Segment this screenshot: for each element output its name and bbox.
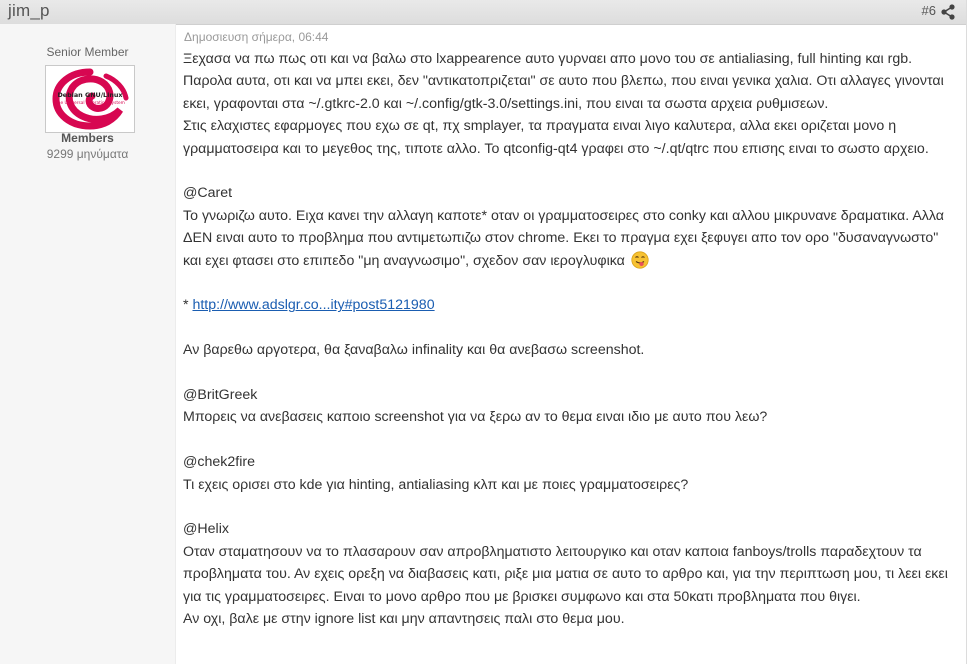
mention: @Caret [183, 185, 233, 202]
post-content: Δημοσιευση σήμερα, 06:44 Ξεχασα να πω πω… [183, 20, 953, 653]
user-group: Members [61, 131, 114, 145]
text-line: Μπορεις να ανεβασεις καποιο screenshot γ… [183, 409, 768, 426]
text-line-with-emoji: και εχει φτασει στο επιπεδο "μη αναγνωσι… [183, 250, 953, 272]
text-line: εκει, γραφονται στα ~/.gtkrc-2.0 και ~/.… [183, 95, 829, 112]
post-date: Δημοσιευση σήμερα, 06:44 [184, 30, 329, 44]
paragraph-footnote: * http://www.adslgr.co...ity#post5121980 [183, 294, 953, 316]
text-line: γραμματοσειρα και το μεγεθος της, τιποτε… [183, 140, 929, 157]
tongue-out-emoji-icon [631, 251, 649, 269]
footnote-link[interactable]: http://www.adslgr.co...ity#post5121980 [192, 297, 434, 313]
text-line: Τι εχεις ορισει στο kde για hinting, ant… [183, 476, 689, 493]
text-line: Στις ελαχιστες εφαρμογες που εχω σε qt, … [183, 118, 897, 135]
text-line: Ξεχασα να πω πως οτι και να βαλω στο lxa… [183, 51, 913, 67]
paragraph-intro: Ξεχασα να πω πως οτι και να βαλω στο lxa… [183, 48, 953, 160]
text-line: ΔΕΝ ειναι αυτο το προβλημα που αντιμετωπ… [183, 230, 939, 247]
paragraph-britgreek-reply: @BritGreek Μπορεις να ανεβασεις καποιο s… [183, 384, 953, 429]
mention: @chek2fire [183, 454, 255, 471]
author-sidebar: Senior Member Debian GNU/Linux The Unive… [0, 24, 176, 664]
paragraph-caret-reply: @Caret Το γνωριζω αυτο. Ειχα κανει την α… [183, 182, 953, 272]
text-line: Αν βαρεθω αργοτερα, θα ξαναβαλω infinali… [183, 342, 645, 359]
share-icon[interactable] [940, 4, 956, 20]
paragraph-helix-reply: @Helix Οταν σταματησουν να το πλασαρουν … [183, 518, 953, 630]
text-line: Το γνωριζω αυτο. Ειχα κανει την αλλαγη κ… [183, 207, 944, 224]
text-line: και εχει φτασει στο επιπεδο "μη αναγνωσι… [183, 252, 625, 269]
post-count: 9299 μηνύματα [46, 147, 129, 161]
mention: @Helix [183, 521, 229, 538]
avatar-subtitle: The Universal Operating System [54, 100, 125, 106]
debian-logo-icon: Debian GNU/Linux The Universal Operating… [48, 68, 132, 130]
text-line: προβληματα του. Αν εχεις ορεξη να διαβασ… [183, 566, 948, 583]
post-body: Ξεχασα να πω πως οτι και να βαλω στο lxa… [183, 48, 953, 630]
user-rank: Senior Member [46, 45, 129, 59]
paragraph-chek2fire-reply: @chek2fire Τι εχεις ορισει στο kde για h… [183, 451, 953, 496]
text-line: Παρολα αυτα, οτι και να μπει εκει, δεν "… [183, 73, 944, 90]
forum-post: jim_p #6 Senior Member Debian GNU/Linux … [0, 0, 967, 664]
username-link[interactable]: jim_p [8, 1, 50, 21]
mention: @BritGreek [183, 387, 258, 404]
text-line: Οταν σταματησουν να το πλασαρουν σαν απρ… [183, 543, 922, 560]
avatar[interactable]: Debian GNU/Linux The Universal Operating… [45, 65, 135, 133]
paragraph-later: Αν βαρεθω αργοτερα, θα ξαναβαλω infinali… [183, 339, 953, 361]
text-line: Αν οχι, βαλε με στην ignore list και μην… [183, 611, 625, 628]
post-number-link[interactable]: #6 [922, 3, 936, 18]
footnote-line: * http://www.adslgr.co...ity#post5121980 [183, 294, 953, 316]
text-line: για τις γραμματοσειρες. Ειναι το μονο αρ… [183, 588, 861, 605]
avatar-title: Debian GNU/Linux [57, 91, 123, 99]
